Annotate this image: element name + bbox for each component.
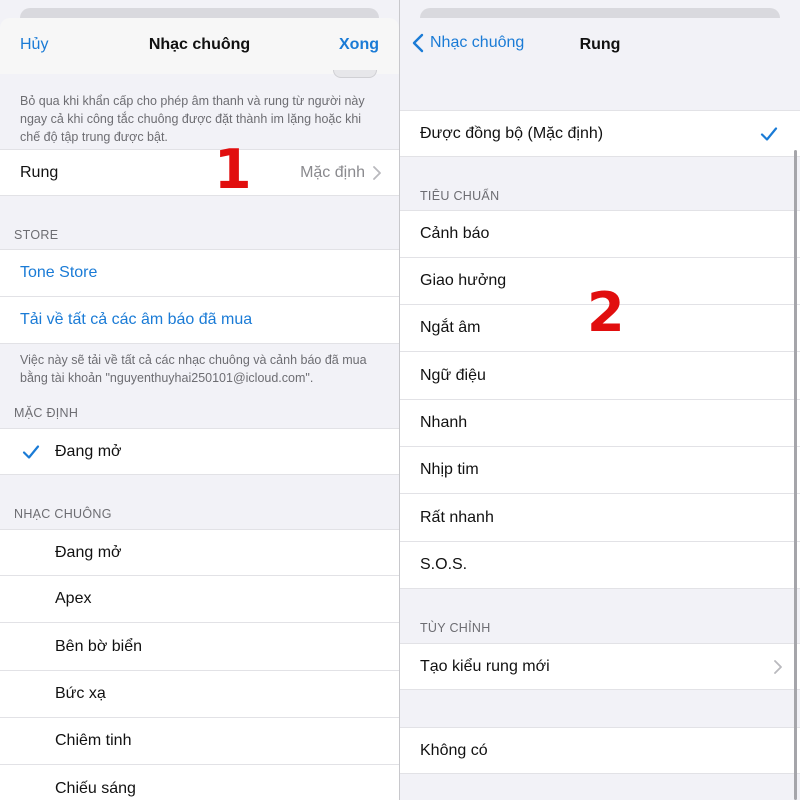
ringtone-label: Chiêm tinh bbox=[55, 732, 132, 749]
vibration-option-label: Giao hưởng bbox=[420, 272, 507, 289]
vibration-option-row[interactable]: Cảnh báo bbox=[400, 210, 800, 258]
standard-header: TIÊU CHUẨN bbox=[420, 189, 500, 203]
vibration-value: Mặc định bbox=[300, 163, 365, 181]
ringtone-row[interactable]: Bức xạ bbox=[0, 671, 399, 718]
no-vibration-label: Không có bbox=[420, 741, 488, 759]
vibration-row[interactable]: Rung Mặc định bbox=[0, 149, 399, 196]
ringtone-row[interactable]: Chiêm tinh bbox=[0, 718, 399, 765]
vibration-option-row[interactable]: Nhịp tim bbox=[400, 447, 800, 494]
default-ringtone-row[interactable]: Đang mở bbox=[0, 428, 399, 475]
ringtone-row[interactable]: Bên bờ biển bbox=[0, 623, 399, 671]
store-header: STORE bbox=[14, 228, 59, 242]
download-all-row[interactable]: Tải về tất cả các âm báo đã mua bbox=[0, 297, 399, 344]
nav-bar: Nhạc chuông Rung bbox=[400, 18, 800, 74]
vibration-option-label: Nhịp tim bbox=[420, 461, 479, 478]
ringtone-screen: Hủy Nhạc chuông Xong Bỏ qua khi khẩn cấp… bbox=[0, 0, 400, 800]
vibration-screen: Nhạc chuông Rung Được đồng bộ (Mặc định)… bbox=[400, 0, 800, 800]
ringtone-label: Bên bờ biển bbox=[55, 637, 142, 655]
vibration-option-label: Rất nhanh bbox=[420, 508, 494, 526]
ringtone-label: Chiếu sáng bbox=[55, 779, 136, 797]
custom-header: TÙY CHỈNH bbox=[420, 621, 491, 635]
create-vibration-label: Tạo kiểu rung mới bbox=[420, 657, 550, 675]
page-title: Rung bbox=[579, 36, 621, 53]
done-button[interactable]: Xong bbox=[339, 36, 379, 54]
tone-store-link[interactable]: Tone Store bbox=[20, 264, 97, 282]
ringtone-row[interactable]: Chiếu sáng bbox=[0, 765, 399, 800]
vibration-option-row[interactable]: Ngữ điệu bbox=[400, 352, 800, 400]
ringtone-label: Apex bbox=[55, 590, 92, 607]
checkmark-icon bbox=[760, 126, 778, 141]
annotation-2: 2 bbox=[587, 281, 625, 344]
ringtone-label: Đang mở bbox=[55, 543, 122, 561]
ringtone-row[interactable]: Apex bbox=[0, 576, 399, 623]
vibration-option-label: Ngữ điệu bbox=[420, 366, 486, 384]
annotation-1: 1 bbox=[214, 138, 252, 201]
vibration-option-row[interactable]: Nhanh bbox=[400, 400, 800, 447]
emergency-bypass-note: Bỏ qua khi khẩn cấp cho phép âm thanh và… bbox=[20, 94, 365, 144]
no-vibration-row[interactable]: Không có bbox=[400, 727, 800, 774]
scrollbar[interactable] bbox=[794, 150, 797, 800]
vibration-option-label: S.O.S. bbox=[420, 556, 468, 573]
ringtones-header: NHẠC CHUÔNG bbox=[14, 507, 112, 521]
synced-vibration-label: Được đồng bộ (Mặc định) bbox=[420, 124, 604, 142]
store-note: Việc này sẽ tải về tất cả các nhạc chuôn… bbox=[20, 353, 367, 385]
checkmark-icon bbox=[22, 444, 40, 459]
create-vibration-row[interactable]: Tạo kiểu rung mới bbox=[400, 643, 800, 690]
ringtone-label: Bức xạ bbox=[55, 685, 106, 702]
default-header: MẶC ĐỊNH bbox=[14, 406, 79, 420]
vibration-option-label: Ngắt âm bbox=[420, 319, 481, 336]
nav-bar: Hủy Nhạc chuông Xong bbox=[0, 18, 399, 74]
chevron-right-icon bbox=[774, 659, 782, 674]
default-ringtone-label: Đang mở bbox=[55, 442, 122, 460]
download-all-link[interactable]: Tải về tất cả các âm báo đã mua bbox=[20, 311, 252, 329]
vibration-label: Rung bbox=[20, 163, 59, 181]
vibration-option-label: Cảnh báo bbox=[420, 225, 490, 242]
vibration-option-label: Nhanh bbox=[420, 414, 468, 431]
vibration-option-row[interactable]: S.O.S. bbox=[400, 542, 800, 589]
chevron-right-icon bbox=[373, 165, 381, 180]
ringtone-row[interactable]: Đang mở bbox=[0, 529, 399, 576]
vibration-option-row[interactable]: Rất nhanh bbox=[400, 494, 800, 542]
tone-store-row[interactable]: Tone Store bbox=[0, 249, 399, 297]
emergency-bypass-toggle[interactable] bbox=[333, 70, 377, 78]
synced-vibration-row[interactable]: Được đồng bộ (Mặc định) bbox=[400, 110, 800, 157]
